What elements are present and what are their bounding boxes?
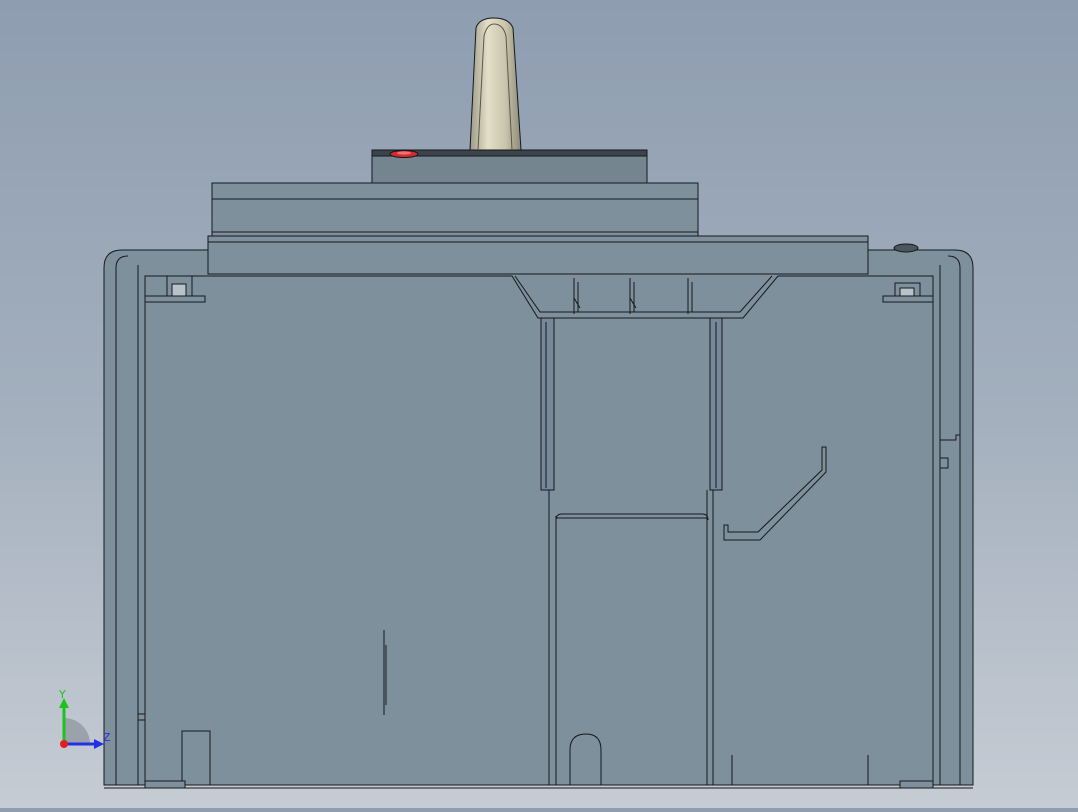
model-view bbox=[103, 17, 974, 789]
cad-viewport[interactable]: Y Z bbox=[0, 0, 1078, 808]
x-axis-origin-icon bbox=[60, 740, 68, 748]
triad-y-label: Y bbox=[59, 688, 66, 701]
triad-z-label: Z bbox=[103, 731, 111, 744]
handle-lever bbox=[469, 17, 522, 151]
triad-plane-icon bbox=[64, 718, 90, 744]
top-screw bbox=[893, 243, 919, 253]
top-cover bbox=[207, 149, 869, 275]
breaker-housing bbox=[103, 241, 974, 789]
red-button bbox=[389, 150, 419, 158]
